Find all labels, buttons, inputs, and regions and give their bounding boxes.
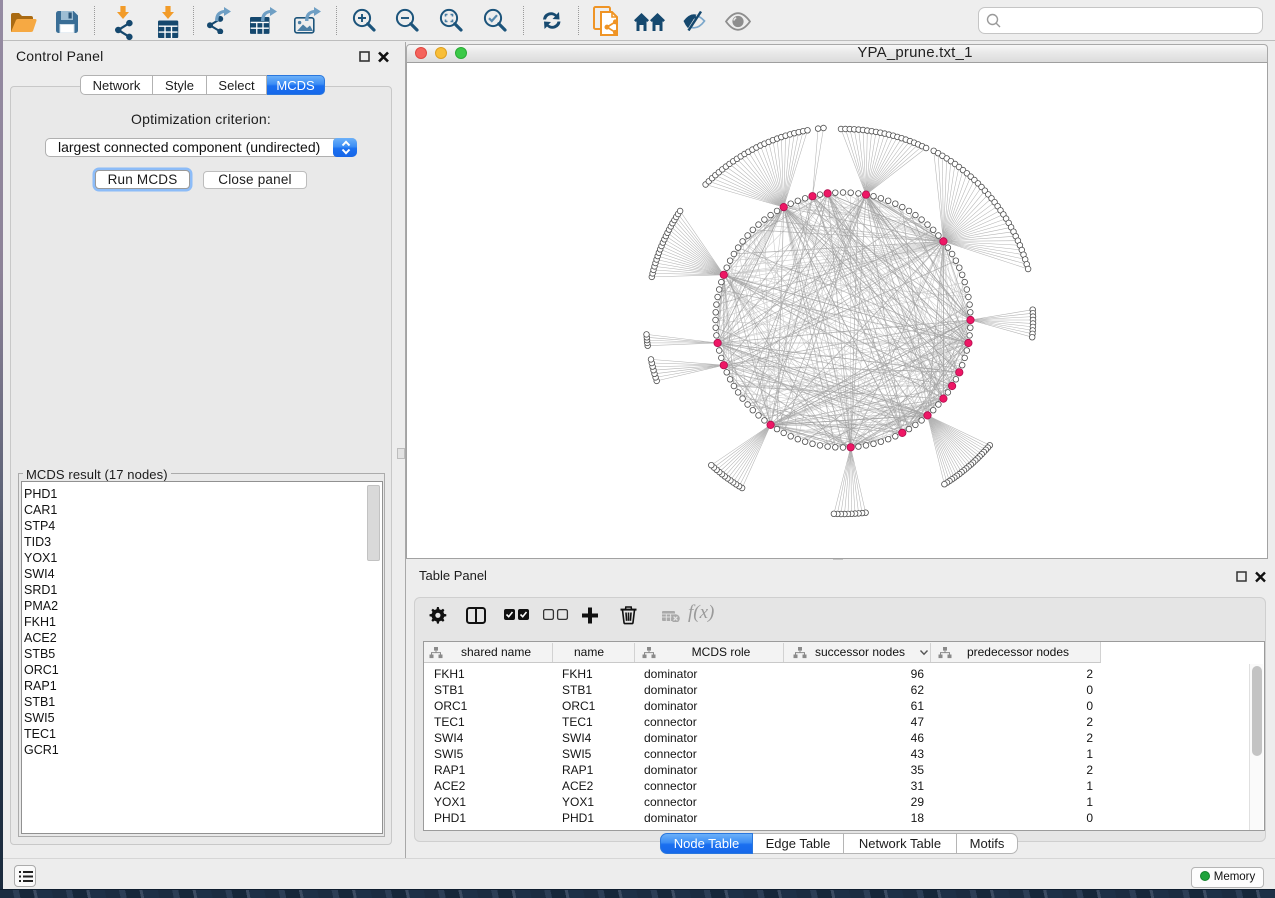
svg-text:f(x): f(x): [688, 603, 714, 623]
